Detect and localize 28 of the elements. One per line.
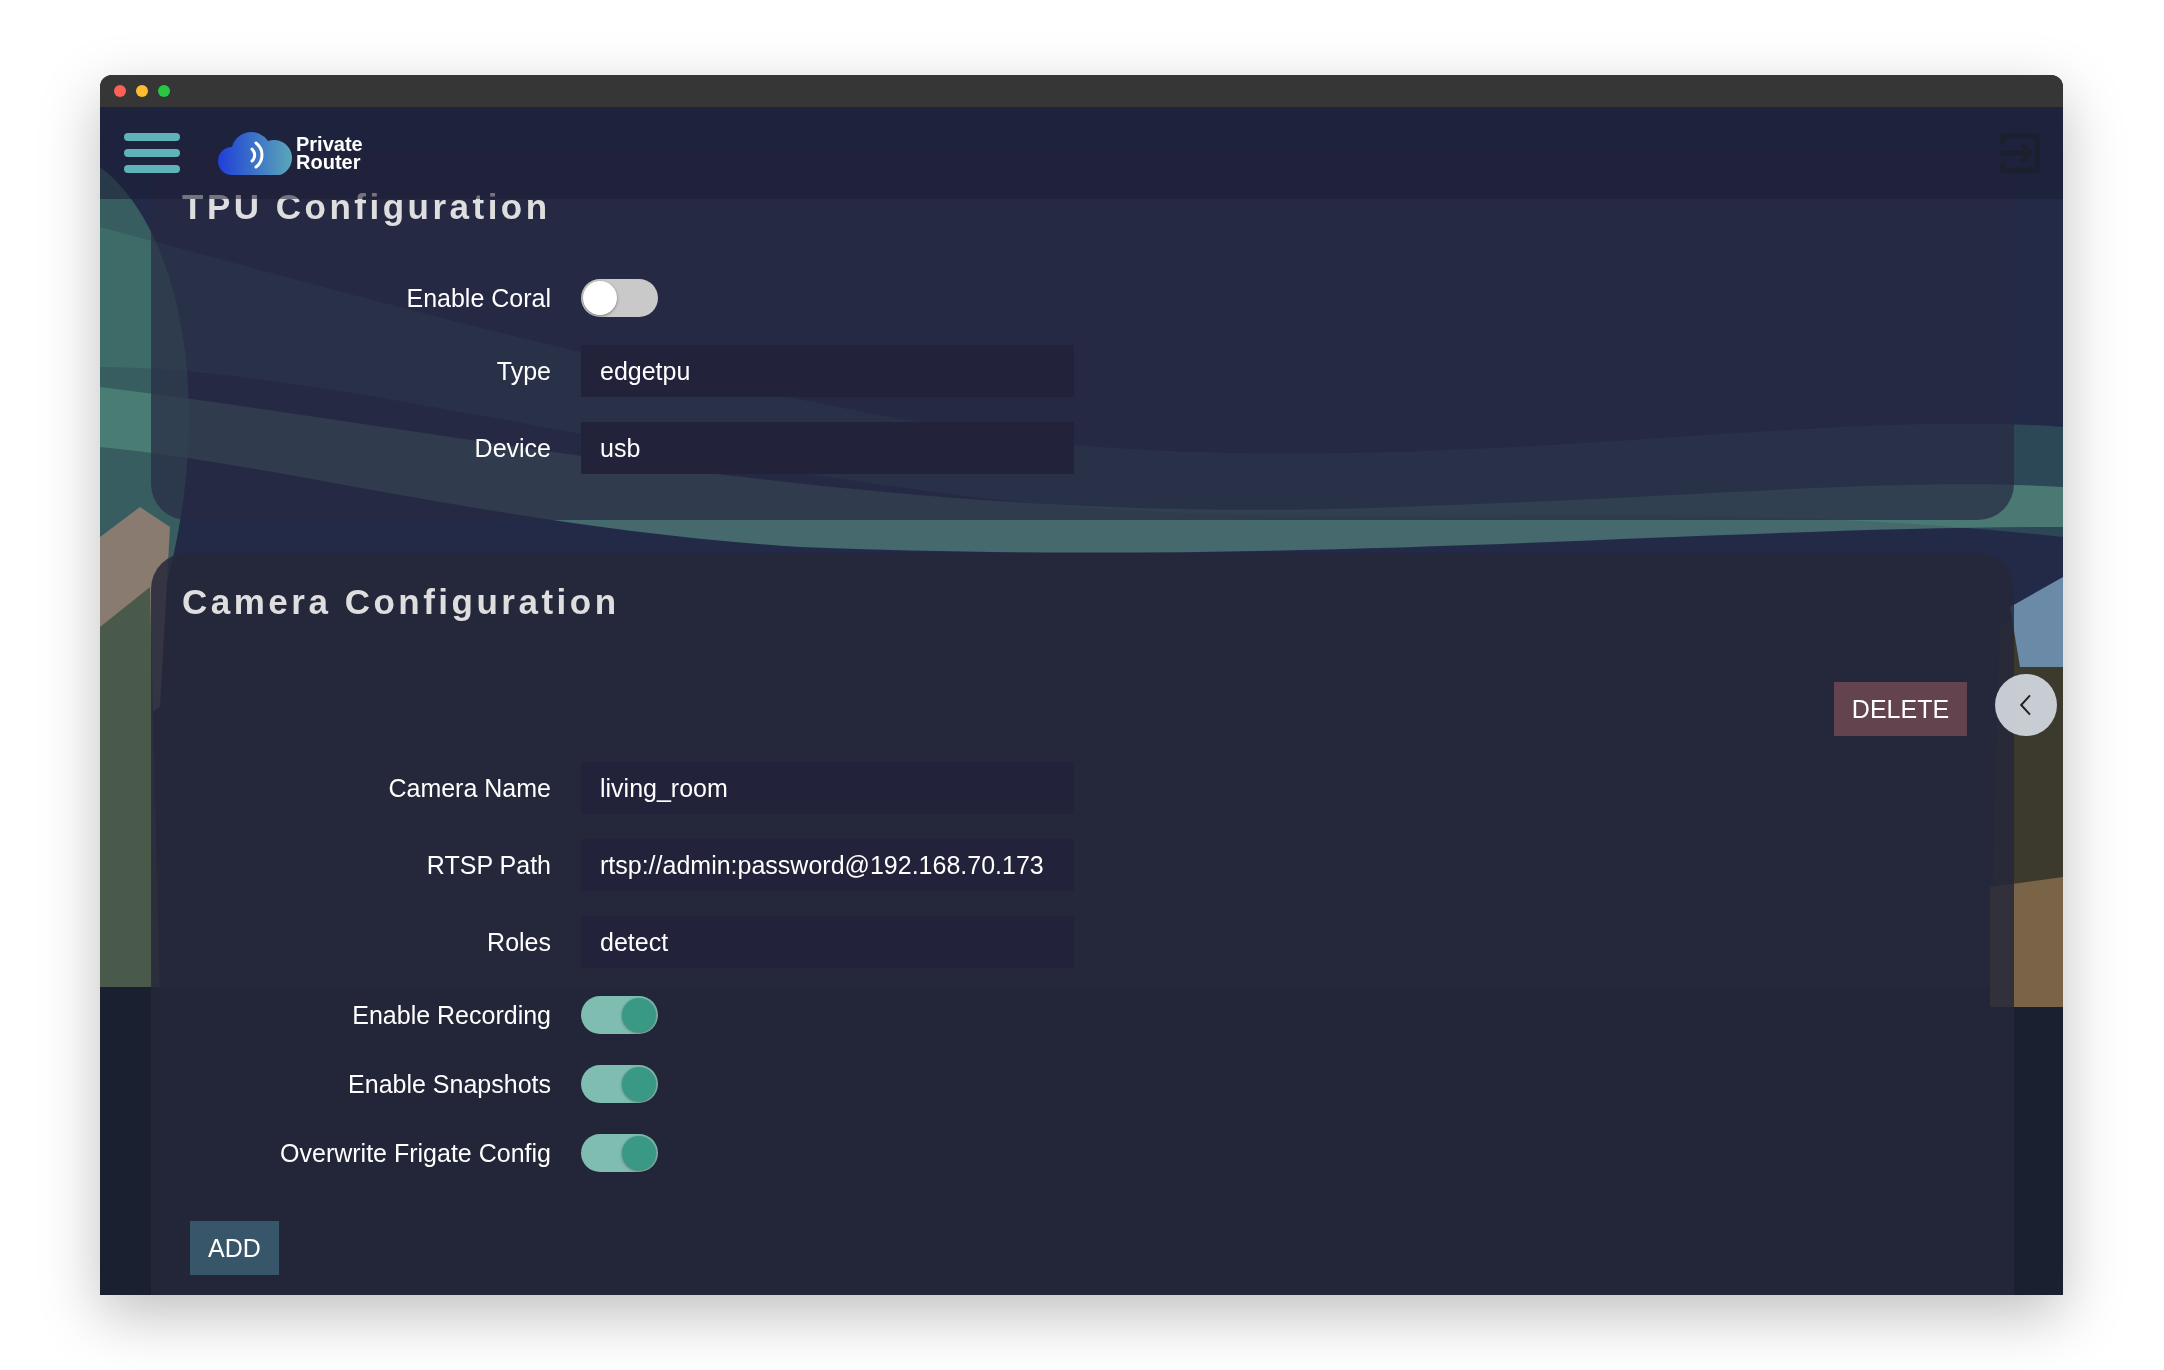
input-field[interactable]: living_room xyxy=(581,762,1074,814)
field-label: RTSP Path xyxy=(425,850,551,880)
field-label: Overwrite Frigate Config xyxy=(279,1138,551,1168)
input-field[interactable]: edgetpu xyxy=(581,345,1074,397)
input-field[interactable]: usb xyxy=(581,422,1074,474)
field-label: Camera Name xyxy=(387,773,551,803)
toggle-switch[interactable] xyxy=(581,1134,658,1172)
field-label: Roles xyxy=(486,927,551,957)
minimize-button[interactable] xyxy=(136,85,148,97)
logo-text: Private Router xyxy=(296,135,363,171)
menu-icon[interactable] xyxy=(124,133,180,173)
field-label: Type xyxy=(495,356,551,386)
delete-button[interactable]: DELETE xyxy=(1834,682,1967,736)
field-label: Enable Snapshots xyxy=(347,1069,551,1099)
section-title: Camera Configuration xyxy=(182,581,621,623)
close-button[interactable] xyxy=(114,85,126,97)
field-label: Enable Coral xyxy=(405,283,551,313)
toggle-switch[interactable] xyxy=(581,279,658,317)
toggle-switch[interactable] xyxy=(581,1065,658,1103)
field-label: Device xyxy=(473,433,551,463)
input-field[interactable]: rtsp://admin:password@192.168.70.173 xyxy=(581,839,1074,891)
toggle-switch[interactable] xyxy=(581,996,658,1034)
section-title: TPU Configuration xyxy=(182,186,552,228)
field-label: Enable Recording xyxy=(351,1000,551,1030)
maximize-button[interactable] xyxy=(158,85,170,97)
input-field[interactable]: detect xyxy=(581,916,1074,968)
add-button[interactable]: ADD xyxy=(190,1221,279,1275)
cloud-logo-icon xyxy=(218,131,294,175)
